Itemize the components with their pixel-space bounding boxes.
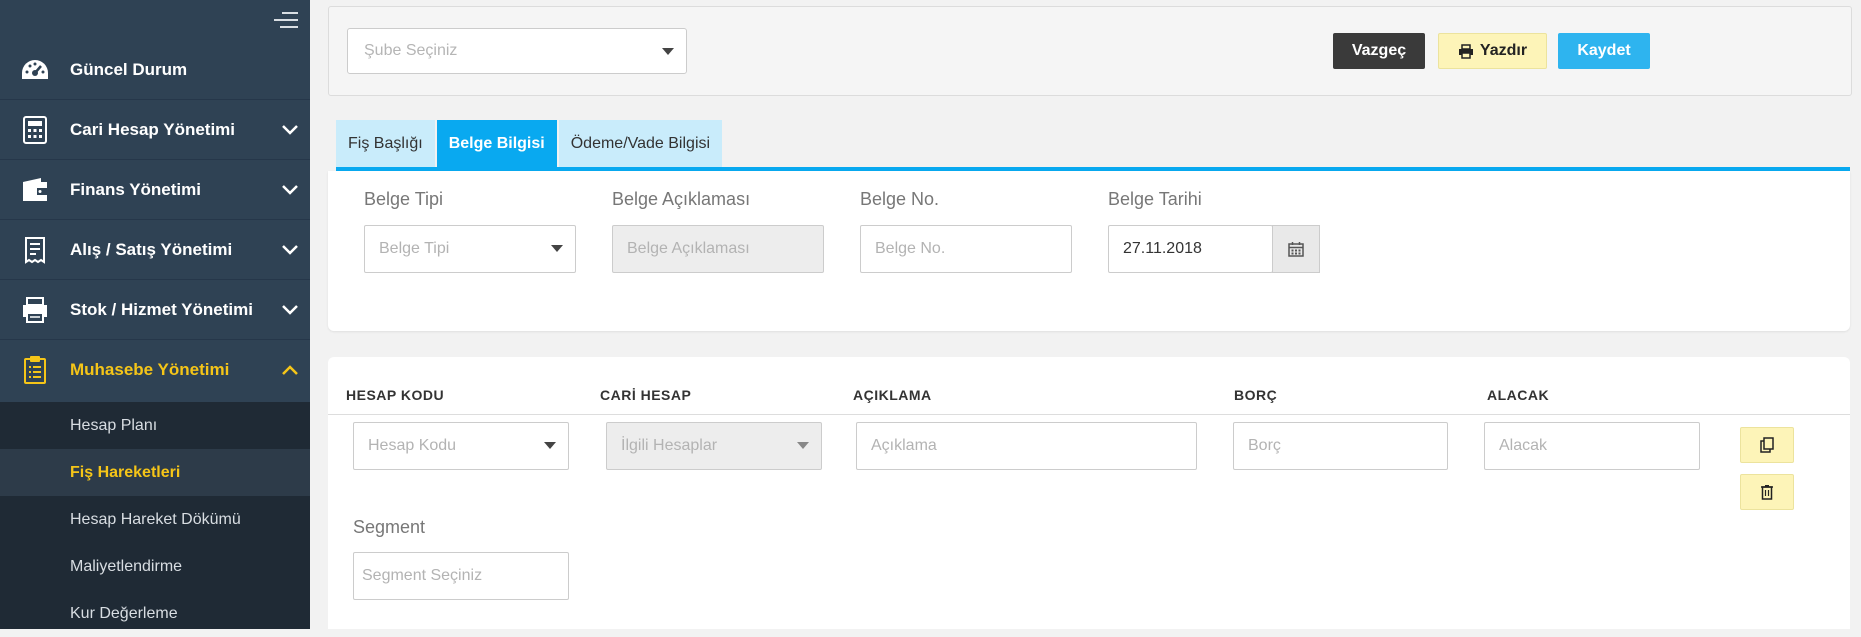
description-input[interactable]: Açıklama [856,422,1197,470]
copy-line-button[interactable] [1740,427,1794,463]
chevron-down-icon [270,304,310,316]
chevron-down-icon [270,184,310,196]
chevron-up-icon [270,364,310,376]
debit-input[interactable]: Borç [1233,422,1448,470]
sidebar-item-finans[interactable]: Finans Yönetimi [0,160,310,220]
submenu-item-maliyetlendirme[interactable]: Maliyetlendirme [0,543,310,590]
description-placeholder: Açıklama [871,437,937,454]
document-no-label: Belge No. [860,189,940,209]
sidebar-item-label: Muhasebe Yönetimi [70,360,230,379]
delete-line-button[interactable] [1740,474,1794,510]
document-type-label: Belge Tipi [364,189,444,209]
related-accounts-select: İlgili Hesaplar [606,422,822,470]
account-code-select[interactable]: Hesap Kodu [353,422,569,470]
column-header-account-code: HESAP KODU [346,387,445,403]
caret-down-icon [544,442,556,449]
hamburger-menu-icon[interactable] [274,12,298,32]
document-info-panel: Belge Tipi Belge Tipi Belge Açıklaması B… [328,171,1850,331]
related-accounts-placeholder: İlgili Hesaplar [621,437,718,454]
caret-down-icon [662,48,674,55]
branch-select[interactable]: Şube Seçiniz [347,28,687,74]
journal-lines-panel: HESAP KODU CARİ HESAP AÇIKLAMA BORÇ ALAC… [328,357,1850,629]
branch-select-placeholder: Şube Seçiniz [364,42,458,59]
sidebar-item-label: Finans Yönetimi [70,179,201,199]
sidebar-item-label: Güncel Durum [70,59,188,79]
sidebar-item-label: Cari Hesap Yönetimi [70,119,236,139]
sidebar-item-guncel-durum[interactable]: Güncel Durum [0,40,310,100]
sidebar-item-label: Alış / Satış Yönetimi [70,239,233,259]
print-button-label: Yazdır [1479,42,1528,59]
column-header-debit: BORÇ [1234,387,1278,403]
chevron-down-icon [270,244,310,256]
tab-belge-bilgisi[interactable]: Belge Bilgisi [436,120,557,168]
copy-icon [1759,437,1775,453]
calendar-button[interactable] [1272,225,1320,273]
sidebar-item-muhasebe[interactable]: Muhasebe Yönetimi [0,340,310,400]
chevron-down-icon [270,124,310,136]
wallet-icon [0,177,70,203]
submenu-item-fis-hareketleri[interactable]: Fiş Hareketleri [0,449,310,496]
tab-odeme-vade-bilgisi[interactable]: Ödeme/Vade Bilgisi [558,120,723,168]
column-header-credit: ALACAK [1487,387,1550,403]
submenu-item-hesap-hareket-dokumu[interactable]: Hesap Hareket Dökümü [0,496,310,543]
document-type-select[interactable]: Belge Tipi [364,225,576,273]
calendar-icon [1288,241,1304,257]
document-description-label: Belge Açıklaması [612,189,751,209]
column-header-description: AÇIKLAMA [853,387,932,403]
printer-icon [1458,43,1474,59]
credit-placeholder: Alacak [1499,437,1548,454]
account-code-placeholder: Hesap Kodu [368,437,457,454]
credit-input[interactable]: Alacak [1484,422,1700,470]
save-button[interactable]: Kaydet [1558,33,1650,69]
printer-box-icon [0,296,70,324]
sidebar-item-stok-hizmet[interactable]: Stok / Hizmet Yönetimi [0,280,310,340]
tab-bar: Fiş Başlığı Belge Bilgisi Ödeme/Vade Bil… [336,120,724,168]
dashboard-icon [0,57,70,83]
submenu-item-kur-degerleme[interactable]: Kur Değerleme [0,590,310,637]
document-no-input[interactable]: Belge No. [860,225,1072,273]
sidebar-item-alis-satis[interactable]: Alış / Satış Yönetimi [0,220,310,280]
trash-icon [1760,484,1774,500]
sidebar-submenu: Hesap Planı Fiş Hareketleri Hesap Hareke… [0,402,310,629]
print-button[interactable]: Yazdır [1438,33,1547,69]
sidebar: Güncel Durum Cari Hesap Yönetimi Finans … [0,0,310,629]
column-header-current-account: CARİ HESAP [600,387,692,403]
document-date-value: 27.11.2018 [1123,240,1202,257]
cancel-button[interactable]: Vazgeç [1333,33,1425,69]
tab-fis-basligi[interactable]: Fiş Başlığı [336,120,435,168]
document-date-input[interactable]: 27.11.2018 [1108,225,1273,273]
segment-placeholder: Segment Seçiniz [362,567,483,584]
receipt-icon [0,236,70,264]
clipboard-icon [0,355,70,385]
segment-select[interactable]: Segment Seçiniz [353,552,569,600]
caret-down-icon [797,442,809,449]
header-divider [328,414,1850,415]
sidebar-item-cari-hesap[interactable]: Cari Hesap Yönetimi [0,100,310,160]
document-type-placeholder: Belge Tipi [379,240,450,257]
document-description-placeholder: Belge Açıklaması [627,240,750,257]
caret-down-icon [551,245,563,252]
submenu-item-hesap-plani[interactable]: Hesap Planı [0,402,310,449]
sidebar-item-label: Stok / Hizmet Yönetimi [70,299,253,319]
action-bar: Şube Seçiniz Vazgeç Yazdır Kaydet [328,6,1852,96]
document-description-input: Belge Açıklaması [612,225,824,273]
main-content: Şube Seçiniz Vazgeç Yazdır Kaydet Fiş Ba… [310,0,1861,629]
document-no-placeholder: Belge No. [875,240,946,257]
calculator-icon [0,115,70,144]
segment-label: Segment [353,517,426,537]
document-date-label: Belge Tarihi [1108,189,1202,209]
debit-placeholder: Borç [1248,437,1281,454]
